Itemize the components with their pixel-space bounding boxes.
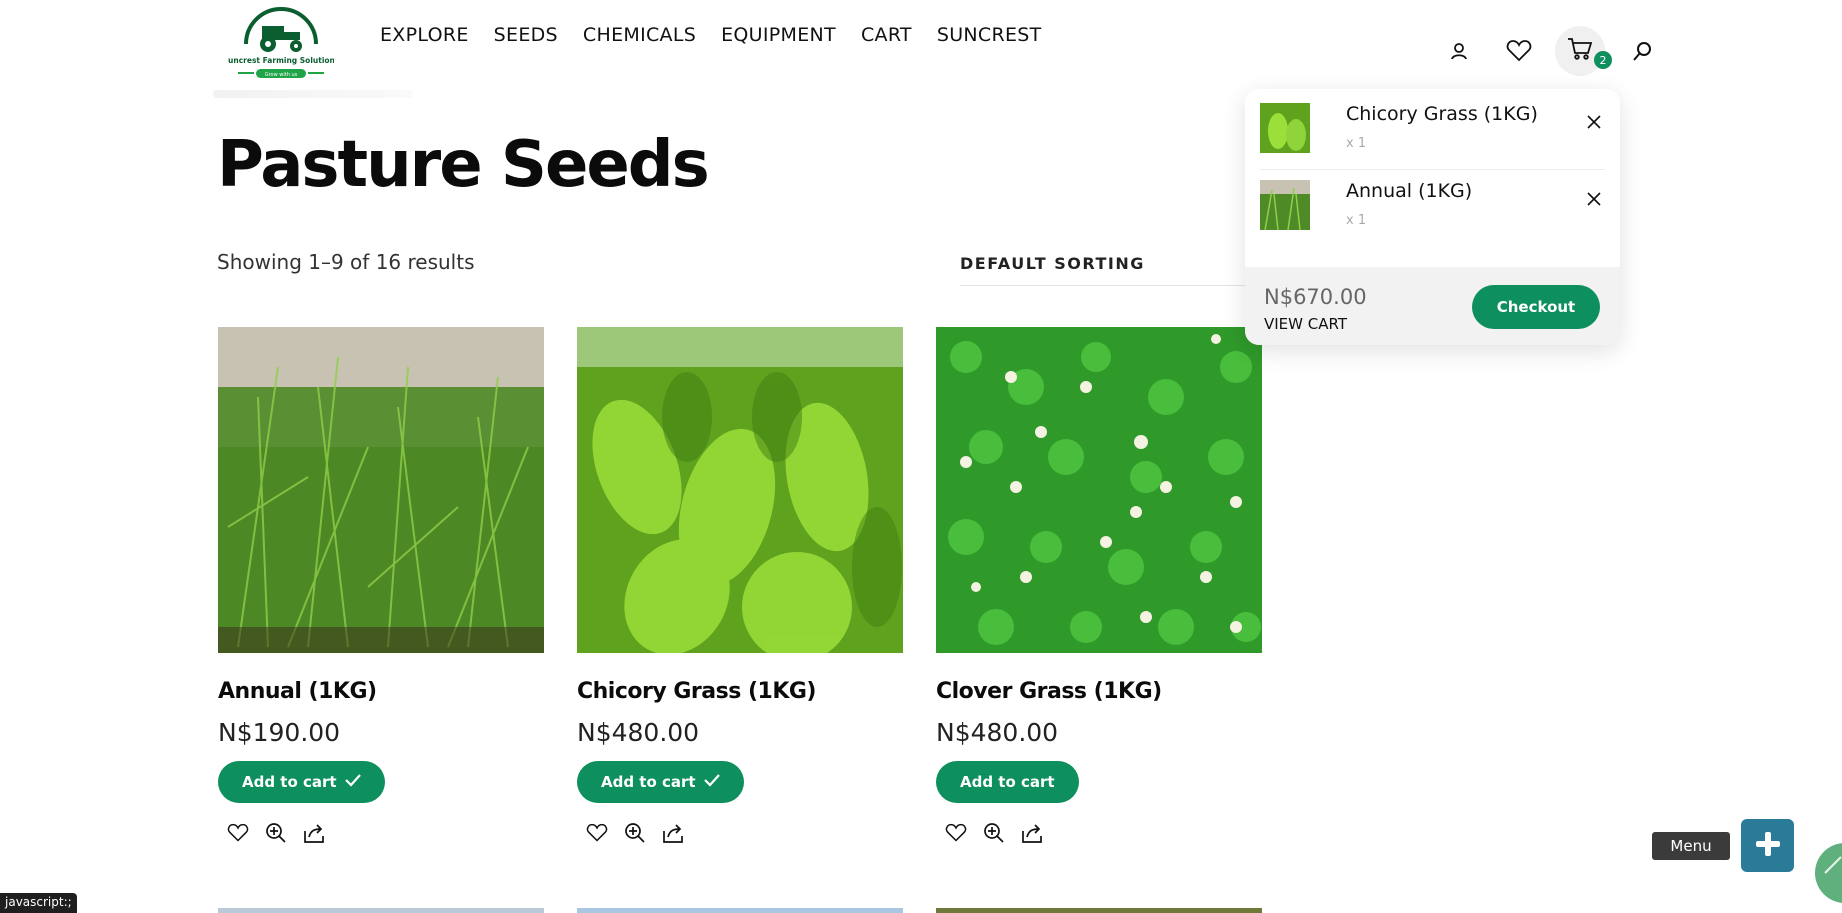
floating-menu-button[interactable] [1741,819,1794,872]
quick-view-icon[interactable] [982,821,1006,845]
search-icon[interactable] [1628,36,1658,66]
product-image[interactable] [936,327,1262,653]
mini-cart-item-qty: x 1 [1346,136,1367,151]
add-to-cart-button[interactable]: Add to cart [936,761,1079,803]
cart-icon [1567,37,1593,65]
sorting-select[interactable]: DEFAULT SORTING [960,254,1260,286]
add-to-cart-button[interactable]: Add to cart [218,761,385,803]
main-nav: EXPLORE SEEDS CHEMICALS EQUIPMENT CART S… [380,24,1042,46]
product-price: N$190.00 [218,718,341,747]
scroll-to-top-button[interactable] [1815,843,1842,903]
product-price: N$480.00 [577,718,700,747]
nav-cart[interactable]: CART [861,24,912,46]
mini-cart-thumbnail[interactable] [1260,180,1310,230]
sorting-label: DEFAULT SORTING [960,254,1145,273]
remove-item-icon[interactable] [1583,111,1605,133]
wishlist-icon[interactable] [226,821,250,845]
account-icon[interactable] [1444,36,1474,66]
share-icon[interactable] [661,821,685,845]
mini-cart-dropdown: Chicory Grass (1KG) x 1 Annual (1KG) x 1… [1245,89,1620,345]
wishlist-icon[interactable] [1504,36,1534,66]
check-icon [703,773,720,791]
share-icon[interactable] [302,821,326,845]
menu-tooltip: Menu [1652,832,1730,860]
mini-cart-item-qty: x 1 [1346,213,1367,228]
cart-button[interactable] [1555,26,1605,76]
mini-cart-total: N$670.00 [1264,285,1367,309]
wishlist-icon[interactable] [585,821,609,845]
product-image[interactable] [577,327,903,653]
quick-view-icon[interactable] [264,821,288,845]
logo-text: Suncrest Farming Solutions [228,56,334,65]
nav-suncrest[interactable]: SUNCREST [937,24,1042,46]
checkout-button[interactable]: Checkout [1472,285,1600,329]
product-image[interactable] [218,908,544,913]
product-card: Annual (1KG) N$190.00 Add to cart [218,327,544,845]
mini-cart-item: Annual (1KG) x 1 [1260,166,1605,242]
mini-cart-item: Chicory Grass (1KG) x 1 [1260,89,1605,165]
share-icon[interactable] [1020,821,1044,845]
product-name[interactable]: Chicory Grass (1KG) [577,679,903,704]
mini-cart-footer: N$670.00 VIEW CART Checkout [1245,267,1620,345]
product-name[interactable]: Clover Grass (1KG) [936,679,1262,704]
add-to-cart-label: Add to cart [960,773,1055,791]
check-icon [344,773,361,791]
product-card: Chicory Grass (1KG) N$480.00 Add to cart [577,327,903,845]
view-cart-link[interactable]: VIEW CART [1264,315,1347,333]
mini-cart-item-name[interactable]: Chicory Grass (1KG) [1346,103,1538,125]
site-logo[interactable]: Suncrest Farming Solutions Grow with us [223,6,340,82]
product-card: Clover Grass (1KG) N$480.00 Add to cart [936,327,1262,845]
nav-equipment[interactable]: EQUIPMENT [721,24,836,46]
cart-count-badge: 2 [1594,51,1612,69]
mini-cart-thumbnail[interactable] [1260,103,1310,153]
wishlist-icon[interactable] [944,821,968,845]
add-to-cart-label: Add to cart [601,773,696,791]
status-bar-url: javascript:; [0,893,77,913]
logo-tagline: Grow with us [265,72,298,78]
breadcrumb [213,90,413,98]
remove-item-icon[interactable] [1583,188,1605,210]
nav-seeds[interactable]: SEEDS [494,24,558,46]
product-price: N$480.00 [936,718,1059,747]
page-title: Pasture Seeds [217,128,710,202]
result-count: Showing 1–9 of 16 results [217,250,475,274]
nav-chemicals[interactable]: CHEMICALS [583,24,696,46]
plus-icon [1754,830,1782,862]
mini-cart-item-name[interactable]: Annual (1KG) [1346,180,1472,202]
quick-view-icon[interactable] [623,821,647,845]
product-image[interactable] [218,327,544,653]
product-image[interactable] [936,908,1262,913]
arrow-up-icon [1815,856,1842,887]
product-name[interactable]: Annual (1KG) [218,679,544,704]
nav-explore[interactable]: EXPLORE [380,24,469,46]
product-image[interactable] [577,908,903,913]
add-to-cart-label: Add to cart [242,773,337,791]
add-to-cart-button[interactable]: Add to cart [577,761,744,803]
